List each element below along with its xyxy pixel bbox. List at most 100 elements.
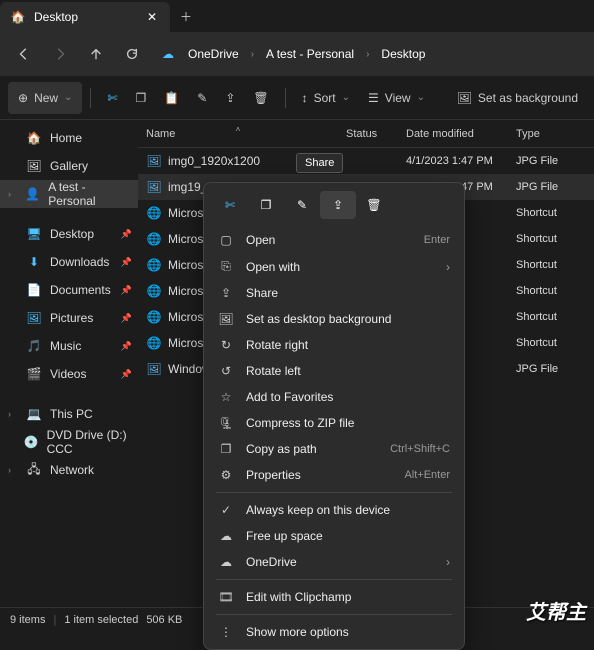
file-icon: 🖼 [146, 153, 162, 169]
header-type[interactable]: Type [508, 128, 568, 140]
open-icon: ▢ [218, 233, 234, 247]
file-type: Shortcut [508, 233, 568, 245]
file-icon: 🌐 [146, 309, 162, 325]
tab-title: Desktop [34, 10, 78, 24]
sidebar-item-dvd[interactable]: 💿DVD Drive (D:) CCC [0, 428, 138, 456]
file-date: 4/1/2023 1:47 PM [398, 155, 508, 167]
up-button[interactable] [80, 38, 112, 70]
props-icon: ⚙ [218, 468, 234, 482]
ctx-share[interactable]: ⇪Share [208, 280, 460, 306]
header-name[interactable]: Name˄ [138, 128, 338, 140]
context-menu: ✄ ❐ ✎ ⇪ 🗑 ▢OpenEnter⎘Open with›⇪Share🖼Se… [203, 182, 465, 650]
sidebar-item-pictures[interactable]: 🖼Pictures📌 [0, 304, 138, 332]
status-count: 9 items [10, 614, 45, 626]
ctx-show-more[interactable]: ⋮Show more options [208, 619, 460, 645]
onedrive-icon: ☁ [160, 46, 176, 62]
ctx-openwith[interactable]: ⎘Open with› [208, 253, 460, 280]
crumb-0[interactable]: OneDrive [182, 43, 245, 65]
rotr-icon: ↻ [218, 338, 234, 352]
close-tab-button[interactable]: ✕ [144, 9, 160, 25]
cloud-icon: ☁ [218, 529, 234, 543]
copy-button[interactable]: ❐ [128, 82, 155, 114]
delete-button[interactable]: 🗑 [245, 82, 276, 114]
sidebar: 🏠Home 🖼Gallery ›👤A test - Personal 🖥Desk… [0, 120, 138, 611]
ctx-keep[interactable]: ✓Always keep on this device [208, 497, 460, 523]
file-type: Shortcut [508, 285, 568, 297]
star-icon: ☆ [218, 390, 234, 404]
view-button[interactable]: ☰ View ⌄ [360, 82, 433, 114]
ctx-cloud[interactable]: ☁Free up space [208, 523, 460, 549]
sidebar-item-music[interactable]: 🎵Music📌 [0, 332, 138, 360]
file-type: Shortcut [508, 311, 568, 323]
clipchamp-icon: 🎞 [218, 590, 234, 604]
sidebar-item-downloads[interactable]: ⬇Downloads📌 [0, 248, 138, 276]
ctx-clipchamp[interactable]: 🎞Edit with Clipchamp [208, 584, 460, 610]
ctx-open[interactable]: ▢OpenEnter [208, 227, 460, 253]
column-headers: Name˄ Status Date modified Type [138, 120, 594, 148]
onedrive-icon: ☁ [218, 555, 234, 569]
ctx-props[interactable]: ⚙PropertiesAlt+Enter [208, 462, 460, 488]
file-type: JPG File [508, 155, 568, 167]
cut-button[interactable]: ✄ [99, 82, 125, 114]
rename-button[interactable]: ✎ [189, 82, 215, 114]
watermark: 艾帮主 [526, 596, 586, 625]
home-icon: 🏠 [10, 9, 26, 25]
ctx-delete-button[interactable]: 🗑 [356, 191, 392, 219]
forward-button[interactable] [44, 38, 76, 70]
ctx-rotl[interactable]: ↺Rotate left [208, 358, 460, 384]
ctx-onedrive[interactable]: ☁OneDrive› [208, 549, 460, 575]
new-tab-button[interactable]: ＋ [170, 8, 202, 25]
header-date[interactable]: Date modified [398, 128, 508, 140]
file-icon: 🖼 [146, 361, 162, 377]
file-icon: 🌐 [146, 283, 162, 299]
sidebar-item-videos[interactable]: 🎬Videos📌 [0, 360, 138, 388]
file-type: JPG File [508, 181, 568, 193]
sort-button[interactable]: ↕ Sort ⌄ [294, 82, 358, 114]
ctx-rename-button[interactable]: ✎ [284, 191, 320, 219]
back-button[interactable] [8, 38, 40, 70]
ctx-share-button[interactable]: ⇪ [320, 191, 356, 219]
crumb-1[interactable]: A test - Personal [260, 43, 360, 65]
set-background-button[interactable]: 🖼 Set as background [449, 82, 586, 114]
ctx-cut-button[interactable]: ✄ [212, 191, 248, 219]
sidebar-item-home[interactable]: 🏠Home [0, 124, 138, 152]
file-icon: 🌐 [146, 231, 162, 247]
ctx-zip[interactable]: 🗜Compress to ZIP file [208, 410, 460, 436]
file-icon: 🌐 [146, 257, 162, 273]
ctx-rotr[interactable]: ↻Rotate right [208, 332, 460, 358]
file-type: Shortcut [508, 259, 568, 271]
openwith-icon: ⎘ [218, 259, 234, 274]
ctx-copypath[interactable]: ❐Copy as pathCtrl+Shift+C [208, 436, 460, 462]
share-tooltip: Share [296, 153, 343, 173]
sidebar-item-documents[interactable]: 📄Documents📌 [0, 276, 138, 304]
file-type: JPG File [508, 363, 568, 375]
sidebar-item-desktop[interactable]: 🖥Desktop📌 [0, 220, 138, 248]
ctx-copy-button[interactable]: ❐ [248, 191, 284, 219]
file-icon: 🖼 [146, 179, 162, 195]
zip-icon: 🗜 [218, 416, 234, 430]
new-button[interactable]: ⊕ New ⌄ [8, 82, 82, 114]
sidebar-item-personal[interactable]: ›👤A test - Personal [0, 180, 138, 208]
ctx-setbg[interactable]: 🖼Set as desktop background [208, 306, 460, 332]
copypath-icon: ❐ [218, 442, 234, 456]
ctx-star[interactable]: ☆Add to Favorites [208, 384, 460, 410]
file-icon: 🌐 [146, 335, 162, 351]
file-type: Shortcut [508, 337, 568, 349]
breadcrumb[interactable]: ☁ OneDrive› A test - Personal› Desktop [160, 43, 431, 65]
paste-button[interactable]: 📋 [156, 82, 187, 114]
sidebar-item-thispc[interactable]: ›💻This PC [0, 400, 138, 428]
rotl-icon: ↺ [218, 364, 234, 378]
file-name: img0_1920x1200 [168, 154, 260, 168]
status-size: 506 KB [146, 614, 182, 626]
file-icon: 🌐 [146, 205, 162, 221]
share-icon: ⇪ [218, 286, 234, 300]
status-selected: 1 item selected [64, 614, 138, 626]
refresh-button[interactable] [116, 38, 148, 70]
sidebar-item-gallery[interactable]: 🖼Gallery [0, 152, 138, 180]
share-button[interactable]: ⇪ [217, 82, 243, 114]
sidebar-item-network[interactable]: ›🖧Network [0, 456, 138, 484]
window-tab[interactable]: 🏠 Desktop ✕ [0, 2, 170, 32]
file-row[interactable]: 🖼 img0_1920x1200 4/1/2023 1:47 PM JPG Fil… [138, 148, 594, 174]
header-status[interactable]: Status [338, 128, 398, 140]
crumb-2[interactable]: Desktop [375, 43, 431, 65]
